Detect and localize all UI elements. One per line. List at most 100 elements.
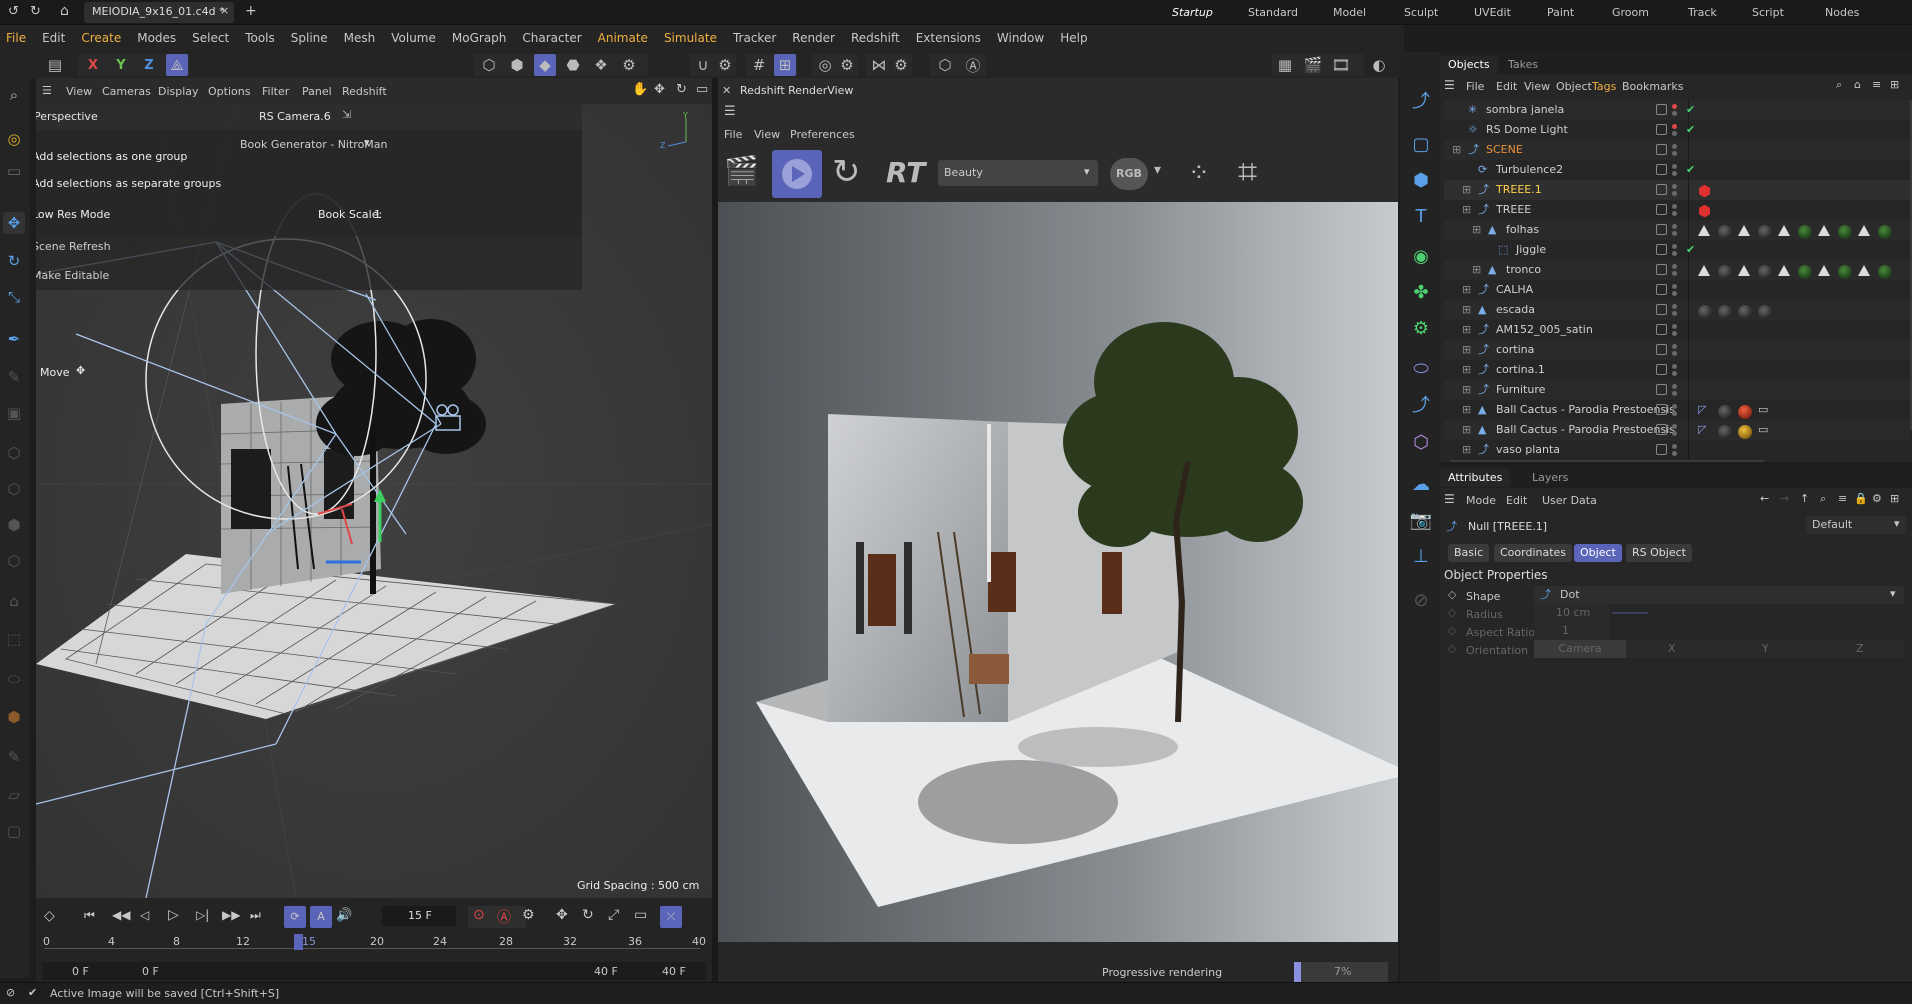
- object-row[interactable]: ⊞ ▲ Ball Cactus - Parodia Prestoensis ◸ ▭: [1444, 420, 1910, 440]
- tab-attributes[interactable]: Attributes: [1440, 469, 1511, 487]
- render-visibility-dot[interactable]: [1672, 351, 1677, 356]
- dolly-icon[interactable]: ✥: [654, 82, 665, 97]
- record-icon[interactable]: ⊙: [473, 907, 485, 923]
- viewport-menu-panel[interactable]: Panel: [302, 85, 332, 98]
- clapperboard-icon[interactable]: 🎬: [724, 154, 764, 190]
- x-axis-lock-button[interactable]: X: [82, 54, 104, 76]
- material-tag-icon[interactable]: [1878, 265, 1892, 279]
- editor-visibility-dot[interactable]: [1672, 104, 1677, 109]
- expand-icon[interactable]: ⊞: [1472, 220, 1481, 240]
- crop-icon[interactable]: ⌗: [1238, 152, 1257, 192]
- object-name[interactable]: vaso planta: [1496, 440, 1560, 460]
- expand-icon[interactable]: ⊞: [1462, 180, 1471, 200]
- brush-icon[interactable]: ✎: [3, 746, 25, 768]
- render-visibility-dot[interactable]: [1672, 251, 1677, 256]
- object-name[interactable]: cortina.1: [1496, 360, 1545, 380]
- objects-menu-bookmarks[interactable]: Bookmarks: [1622, 80, 1683, 93]
- rgb-channel-button[interactable]: RGB: [1110, 158, 1148, 190]
- expand-icon[interactable]: ⊞: [1462, 360, 1471, 380]
- material-tag-icon[interactable]: [1798, 265, 1812, 279]
- rotate-tool-icon[interactable]: ↻: [3, 250, 25, 272]
- material-tag-icon[interactable]: [1718, 225, 1732, 239]
- menu-render[interactable]: Render: [784, 25, 843, 52]
- render-visibility-dot[interactable]: [1672, 151, 1677, 156]
- layout-groom[interactable]: Groom: [1612, 6, 1649, 19]
- editor-visibility-dot[interactable]: [1672, 364, 1677, 369]
- visibility-checkbox[interactable]: [1656, 344, 1667, 355]
- editor-visibility-dot[interactable]: [1672, 304, 1677, 309]
- object-row[interactable]: ⊞ ⤴ cortina.1: [1444, 360, 1910, 380]
- object-row[interactable]: ⊞ ⤴ CALHA: [1444, 280, 1910, 300]
- menu-modes[interactable]: Modes: [129, 25, 184, 52]
- menu-animate[interactable]: Animate: [590, 25, 656, 52]
- object-row[interactable]: ⊞ ▲ tronco: [1444, 260, 1910, 280]
- object-row[interactable]: ⊞ ▲ Ball Cactus - Parodia Prestoensis ◸ ▭: [1444, 400, 1910, 420]
- book-scale-value[interactable]: 1: [374, 208, 381, 221]
- object-row[interactable]: ⊞ ⤴ AM152_005_satin: [1444, 320, 1910, 340]
- rectangle-selection-icon[interactable]: ▭: [3, 160, 25, 182]
- redshift-icon[interactable]: ◐: [1368, 54, 1390, 76]
- material-tag-icon[interactable]: [1758, 265, 1772, 279]
- keyframe-icon[interactable]: ◇: [1448, 606, 1456, 619]
- undo-stack-icon[interactable]: ▤: [44, 54, 66, 76]
- object-row[interactable]: ⟳ Turbulence2 ✔: [1444, 160, 1910, 180]
- object-row[interactable]: ☼ RS Dome Light ✔: [1444, 120, 1910, 140]
- previous-key-icon[interactable]: ◀◀: [112, 908, 130, 922]
- render-visibility-dot[interactable]: [1672, 191, 1677, 196]
- editor-visibility-dot[interactable]: [1672, 164, 1677, 169]
- add-view-icon[interactable]: ⊞: [1890, 78, 1899, 91]
- fps-icon[interactable]: A: [310, 906, 332, 928]
- layout-script[interactable]: Script: [1752, 6, 1784, 19]
- visibility-checkbox[interactable]: [1656, 204, 1667, 215]
- mode-settings-icon[interactable]: ⚙: [618, 54, 640, 76]
- material-tag-icon[interactable]: [1818, 265, 1830, 276]
- renderview-menu-preferences[interactable]: Preferences: [790, 128, 855, 141]
- cloner-icon[interactable]: ✤: [1409, 280, 1433, 304]
- visibility-checkbox[interactable]: [1656, 404, 1667, 415]
- points-mode-icon[interactable]: ⬡: [478, 54, 500, 76]
- render-image[interactable]: [718, 202, 1398, 942]
- soft-selection-settings-icon[interactable]: ⚙: [836, 54, 858, 76]
- object-name[interactable]: Ball Cactus - Parodia Prestoensis: [1496, 420, 1675, 440]
- material-tag-icon[interactable]: [1698, 225, 1710, 236]
- object-name[interactable]: tronco: [1506, 260, 1541, 280]
- chevron-down-icon[interactable]: ▾: [1154, 162, 1161, 178]
- subdivision-icon[interactable]: ◉: [1409, 244, 1433, 268]
- radius-slider[interactable]: [1612, 612, 1648, 614]
- render-view-icon[interactable]: 🎬: [1302, 54, 1324, 76]
- start-frame-field[interactable]: 0 F: [72, 965, 89, 978]
- 3d-viewport[interactable]: Perspective RS Camera.6 ⇲ Book Generator…: [36, 104, 712, 898]
- visibility-checkbox[interactable]: [1656, 164, 1667, 175]
- render-visibility-dot[interactable]: [1672, 411, 1677, 416]
- visibility-checkbox[interactable]: [1656, 304, 1667, 315]
- scene-refresh-button[interactable]: Scene Refresh: [36, 240, 111, 253]
- deformer-icon[interactable]: ⬭: [1409, 356, 1433, 380]
- material-tag-icon[interactable]: [1778, 225, 1790, 236]
- next-frame-icon[interactable]: ▷|: [196, 908, 209, 922]
- editor-visibility-dot[interactable]: [1672, 264, 1677, 269]
- menu-select[interactable]: Select: [184, 25, 237, 52]
- layout-standard[interactable]: Standard: [1248, 6, 1298, 19]
- orbit-icon[interactable]: ↻: [676, 82, 687, 97]
- spline-rectangle-icon[interactable]: ▢: [1409, 132, 1433, 156]
- layout-track[interactable]: Track: [1688, 6, 1717, 19]
- menu-volume[interactable]: Volume: [383, 25, 444, 52]
- coordinate-system-icon[interactable]: ⟁: [166, 54, 188, 76]
- object-row[interactable]: ⊞ ⤴ cortina: [1444, 340, 1910, 360]
- tag-icon[interactable]: [1718, 425, 1732, 439]
- object-row[interactable]: ⊞ ⤴ Furniture: [1444, 380, 1910, 400]
- subtab-basic[interactable]: Basic: [1448, 544, 1490, 562]
- visibility-checkbox[interactable]: [1656, 144, 1667, 155]
- tag-icon[interactable]: [1738, 425, 1752, 439]
- attributes-menu-mode[interactable]: Mode: [1466, 494, 1496, 507]
- editor-visibility-dot[interactable]: [1672, 144, 1677, 149]
- renderview-menu-icon[interactable]: ☰: [724, 104, 736, 119]
- cube-icon[interactable]: ⬢: [1409, 168, 1433, 192]
- menu-file[interactable]: File: [0, 25, 34, 52]
- layer-icon[interactable]: ▱: [3, 784, 25, 806]
- tag-icon[interactable]: ▭: [1758, 400, 1772, 416]
- play-icon[interactable]: ▷: [168, 907, 179, 923]
- objects-menu-tags[interactable]: Tags: [1592, 80, 1616, 93]
- end-frame-field[interactable]: 40 F: [662, 965, 686, 978]
- light-icon[interactable]: ⊥: [1409, 544, 1433, 568]
